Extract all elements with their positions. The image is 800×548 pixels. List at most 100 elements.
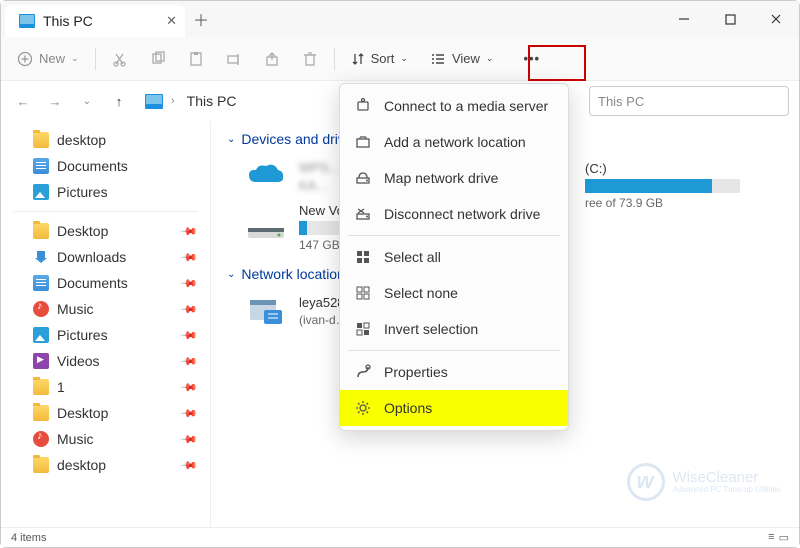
sidebar-item-desktop[interactable]: desktop <box>1 127 210 153</box>
sidebar-item-label: Music <box>57 301 94 317</box>
select-all-icon <box>354 248 372 266</box>
sort-button[interactable]: Sort ⌄ <box>343 43 416 75</box>
forward-button[interactable]: → <box>43 89 67 113</box>
address-bar[interactable]: › This PC <box>139 86 246 116</box>
menu-add-netloc[interactable]: Add a network location <box>340 124 568 160</box>
menu-label: Disconnect network drive <box>384 206 540 222</box>
delete-icon <box>302 51 318 67</box>
maximize-button[interactable] <box>707 1 753 37</box>
sidebar-item-label: desktop <box>57 457 106 473</box>
more-menu: Connect to a media server Add a network l… <box>339 83 569 431</box>
menu-label: Add a network location <box>384 134 526 150</box>
doc-icon <box>33 275 49 291</box>
menu-properties[interactable]: Properties <box>340 354 568 390</box>
sidebar-item-desktop[interactable]: Desktop📌 <box>1 218 210 244</box>
minimize-button[interactable] <box>661 1 707 37</box>
watermark-sub: Advanced PC Tune-up Utilities <box>673 485 782 494</box>
pin-icon: 📌 <box>180 300 199 319</box>
more-button[interactable]: ••• <box>507 43 556 75</box>
sidebar-item-documents[interactable]: Documents <box>1 153 210 179</box>
delete-button[interactable] <box>294 43 326 75</box>
titlebar: This PC ✕ ＋ <box>1 1 799 37</box>
sidebar-item-label: Desktop <box>57 223 108 239</box>
menu-select-none[interactable]: Select none <box>340 275 568 311</box>
share-icon <box>264 51 280 67</box>
rename-button[interactable] <box>218 43 250 75</box>
music-icon <box>33 431 49 447</box>
sidebar-item-music[interactable]: Music📌 <box>1 426 210 452</box>
music-icon <box>33 301 49 317</box>
menu-separator <box>348 235 560 236</box>
sidebar-item-label: Videos <box>57 353 100 369</box>
sidebar-item-videos[interactable]: Videos📌 <box>1 348 210 374</box>
video-icon <box>33 353 49 369</box>
drive-name: WPS… <box>299 160 342 175</box>
close-tab-icon[interactable]: ✕ <box>166 13 177 29</box>
section-title: Network locations <box>241 266 352 282</box>
sidebar-item-downloads[interactable]: Downloads 📌 <box>1 244 210 270</box>
tiles-view-icon[interactable]: ▭ <box>779 531 789 544</box>
menu-disconnect-drive[interactable]: Disconnect network drive <box>340 196 568 232</box>
menu-connect-media[interactable]: Connect to a media server <box>340 88 568 124</box>
drive-c[interactable]: (C:) ree of 73.9 GB <box>585 161 740 210</box>
wisecleaner-logo-icon <box>627 463 665 501</box>
copy-button[interactable] <box>142 43 174 75</box>
paste-icon <box>188 51 204 67</box>
separator <box>334 48 335 70</box>
chevron-down-icon: ⌄ <box>486 53 494 64</box>
sidebar-item-documents[interactable]: Documents📌 <box>1 270 210 296</box>
toolbar: New ⌄ Sort ⌄ View ⌄ ••• <box>1 37 799 81</box>
menu-options[interactable]: Options <box>340 390 568 426</box>
sidebar-item-desktop[interactable]: desktop 📌 <box>1 452 210 478</box>
menu-invert-sel[interactable]: Invert selection <box>340 311 568 347</box>
item-count: 4 items <box>11 532 46 544</box>
menu-separator <box>348 350 560 351</box>
map-drive-icon <box>354 169 372 187</box>
plus-circle-icon <box>17 51 33 67</box>
histdown-icon[interactable]: ⌄ <box>75 89 99 113</box>
pin-icon: 📌 <box>180 456 199 475</box>
hdd-icon <box>245 207 287 249</box>
connect-media-icon <box>354 97 372 115</box>
sidebar-item-desktop[interactable]: Desktop📌 <box>1 400 210 426</box>
ellipsis-icon: ••• <box>523 51 540 66</box>
view-button[interactable]: View ⌄ <box>422 43 502 75</box>
menu-select-all[interactable]: Select all <box>340 239 568 275</box>
tab-thispc[interactable]: This PC ✕ <box>5 5 185 37</box>
sidebar-item-pictures[interactable]: Pictures <box>1 179 210 205</box>
folder-icon <box>33 223 49 239</box>
chevron-down-icon: ⌄ <box>227 269 235 280</box>
paste-button[interactable] <box>180 43 212 75</box>
new-button[interactable]: New ⌄ <box>9 43 87 75</box>
new-label: New <box>39 51 65 66</box>
search-input[interactable]: This PC <box>589 86 789 116</box>
drive-sub: KA… <box>299 178 342 193</box>
drive-name: (C:) <box>585 161 740 176</box>
pic-icon <box>33 184 49 200</box>
menu-label: Select all <box>384 249 441 265</box>
up-button[interactable]: ↑ <box>107 89 131 113</box>
cut-button[interactable] <box>104 43 136 75</box>
sidebar-item-music[interactable]: Music 📌 <box>1 296 210 322</box>
sidebar-item-pictures[interactable]: Pictures📌 <box>1 322 210 348</box>
details-view-icon[interactable]: ≡ <box>768 531 774 544</box>
pic-icon <box>33 327 49 343</box>
chevron-down-icon: ⌄ <box>227 134 235 145</box>
chevron-down-icon: ⌄ <box>400 53 408 64</box>
cloud-icon <box>245 155 287 197</box>
window-controls <box>661 1 799 37</box>
new-tab-button[interactable]: ＋ <box>185 1 217 37</box>
sort-label: Sort <box>371 51 395 66</box>
menu-map-drive[interactable]: Map network drive <box>340 160 568 196</box>
folder-icon <box>33 132 49 148</box>
pin-icon: 📌 <box>180 274 199 293</box>
watermark: WiseCleaner Advanced PC Tune-up Utilitie… <box>627 463 782 501</box>
back-button[interactable]: ← <box>11 89 35 113</box>
sidebar-item-1[interactable]: 1📌 <box>1 374 210 400</box>
close-button[interactable] <box>753 1 799 37</box>
sidebar-item-label: Documents <box>57 158 128 174</box>
share-button[interactable] <box>256 43 288 75</box>
sidebar-item-label: Downloads <box>57 249 126 265</box>
pin-icon: 📌 <box>180 248 199 267</box>
breadcrumb[interactable]: This PC <box>183 93 241 109</box>
